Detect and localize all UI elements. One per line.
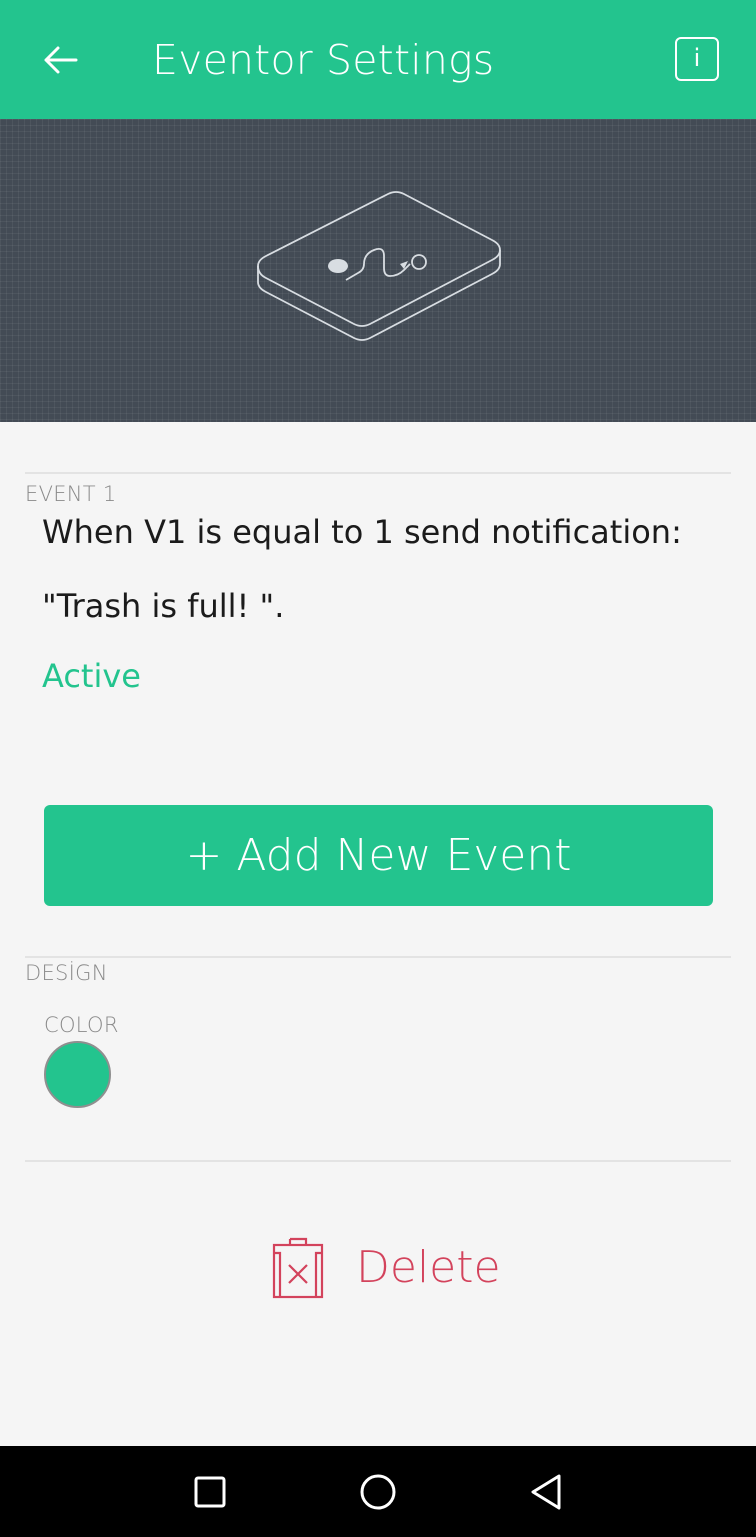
design-section-label: DESİGN [25, 961, 108, 985]
trash-icon [272, 1237, 324, 1299]
square-icon [194, 1476, 226, 1508]
event-item[interactable]: When V1 is equal to 1 send notification:… [42, 510, 722, 698]
color-swatch[interactable] [44, 1041, 111, 1108]
recents-button[interactable] [186, 1468, 234, 1516]
section-divider [25, 956, 731, 958]
add-new-event-button[interactable]: + Add New Event [44, 805, 713, 906]
color-label: COLOR [44, 1013, 119, 1037]
delete-label: Delete [356, 1241, 501, 1293]
section-divider [25, 472, 731, 474]
triangle-back-icon [531, 1474, 561, 1510]
eventor-device-icon [257, 191, 501, 341]
info-button[interactable]: i [675, 37, 719, 81]
back-nav-button[interactable] [522, 1468, 570, 1516]
event-message-text: "Trash is full! ". [42, 587, 285, 625]
app-bar: Eventor Settings i [0, 0, 756, 119]
event-condition-text: When V1 is equal to 1 send notification: [42, 513, 682, 551]
home-button[interactable] [354, 1468, 402, 1516]
hero-illustration [0, 119, 756, 422]
back-button[interactable] [32, 32, 88, 88]
delete-button[interactable]: Delete [270, 1234, 501, 1300]
page-title: Eventor Settings [152, 36, 495, 84]
section-divider [25, 1160, 731, 1162]
event-status: Active [42, 657, 141, 695]
arrow-left-icon [44, 46, 78, 74]
circle-icon [360, 1474, 396, 1510]
system-nav-bar [0, 1446, 756, 1537]
event-section-label: EVENT 1 [25, 482, 117, 506]
